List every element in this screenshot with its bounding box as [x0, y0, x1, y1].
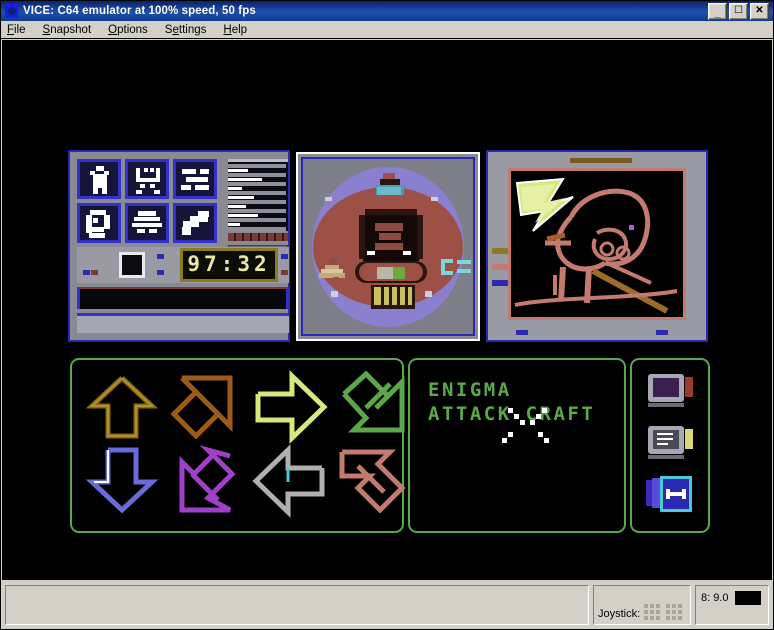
monitor-shell [648, 426, 684, 454]
menu-help[interactable]: Help [223, 24, 247, 36]
tab-indicator-blue [492, 280, 508, 286]
panel-slot [570, 158, 632, 163]
emulator-viewport[interactable]: 97:32 ENIGMA ATTACK CRAFT [2, 40, 772, 580]
menu-settings[interactable]: Settings [165, 24, 207, 36]
minimize-icon: _ [714, 6, 721, 19]
deck-row: 97:32 [77, 247, 289, 283]
craft-title-panel[interactable]: ENIGMA ATTACK CRAFT [408, 358, 626, 533]
joystick-label: Joystick: [598, 608, 641, 620]
craft-title-line2: ATTACK CRAFT [428, 403, 596, 425]
tile-terrain-icon[interactable] [173, 159, 217, 199]
drive-led [734, 591, 761, 605]
menu-bar: File Snapshot Options Settings Help [1, 21, 773, 39]
window-title: VICE: C64 emulator at 100% speed, 50 fps [23, 5, 256, 17]
vice-emulator-window: VICE: C64 emulator at 100% speed, 50 fps… [0, 0, 774, 630]
message-bar [77, 287, 289, 309]
creature-artwork [514, 177, 678, 314]
menu-snapshot[interactable]: Snapshot [43, 24, 92, 36]
joystick-port-1-indicator [644, 604, 661, 620]
joystick-status[interactable]: Joystick: [593, 585, 691, 625]
status-bar: Joystick: 8: 9.0 [1, 581, 773, 629]
craft-viewport-panel[interactable] [296, 152, 480, 341]
status-console-panel[interactable]: 97:32 [68, 150, 290, 342]
terrain-icon [176, 162, 214, 196]
tile-figure-icon[interactable] [77, 159, 121, 199]
mission-clock: 97:32 [180, 248, 278, 282]
tile-planet-icon[interactable] [125, 203, 169, 243]
monitor-base [648, 455, 684, 459]
craft-title-text: ENIGMA ATTACK CRAFT [428, 378, 595, 426]
arrow-northwest[interactable] [332, 444, 416, 518]
craft-viewport [301, 157, 475, 336]
arrow-east[interactable] [248, 370, 332, 444]
menu-file[interactable]: File [7, 24, 26, 36]
arrow-north[interactable] [80, 370, 164, 444]
direction-pad[interactable] [70, 358, 406, 533]
creature-line-art [508, 168, 686, 320]
minimize-button[interactable]: _ [708, 2, 727, 20]
maximize-button[interactable]: ☐ [729, 2, 748, 20]
data-readout-panel [228, 159, 288, 231]
craft-title-line1: ENIGMA [428, 379, 512, 401]
window-controls: _ ☐ ✕ [708, 2, 771, 20]
arrow-northeast[interactable] [164, 370, 248, 444]
monitor-text-icon[interactable] [648, 426, 693, 460]
console-footer [77, 313, 289, 333]
close-button[interactable]: ✕ [750, 2, 769, 20]
tab-red [685, 377, 693, 397]
drive-label: 8: 9.0 [701, 592, 729, 604]
panel-foot-left [516, 330, 528, 335]
mode-icon-panel[interactable] [630, 358, 710, 533]
transfer-icon[interactable] [646, 476, 692, 514]
invader-icon [128, 162, 166, 196]
planet-icon [128, 206, 166, 240]
tab-indicator-olive [492, 248, 508, 254]
c64-screen[interactable]: 97:32 ENIGMA ATTACK CRAFT [2, 40, 772, 580]
menu-options[interactable]: Options [108, 24, 148, 36]
segment-bar [228, 233, 288, 241]
tab-indicator-red [492, 264, 508, 270]
arrow-southeast[interactable] [332, 370, 416, 444]
close-icon: ✕ [755, 4, 764, 16]
title-bar: VICE: C64 emulator at 100% speed, 50 fps… [1, 1, 773, 21]
monitor-shell [648, 374, 684, 402]
tab-yellow [685, 429, 693, 449]
creature-view-panel[interactable] [486, 150, 708, 342]
cartridge-slot[interactable] [119, 252, 145, 278]
drive-status[interactable]: 8: 9.0 [695, 585, 769, 625]
arrow-southwest[interactable] [164, 444, 248, 518]
tile-helmet-icon[interactable] [77, 203, 121, 243]
figure-icon [80, 162, 118, 196]
tile-bird-icon[interactable] [173, 203, 217, 243]
bird-icon [176, 206, 214, 240]
status-message [5, 585, 589, 625]
monitor-base [648, 403, 684, 407]
transfer-selected-frame [660, 476, 692, 512]
panel-foot-right [656, 330, 668, 335]
maximize-icon: ☐ [734, 4, 743, 16]
joystick-port-2-indicator [666, 604, 683, 620]
arrow-south[interactable] [80, 444, 164, 518]
arrow-west[interactable] [248, 444, 332, 518]
vice-c64-icon [4, 4, 20, 18]
helmet-icon [80, 206, 118, 240]
tile-invader-icon[interactable] [125, 159, 169, 199]
monitor-purple-icon[interactable] [648, 374, 693, 408]
